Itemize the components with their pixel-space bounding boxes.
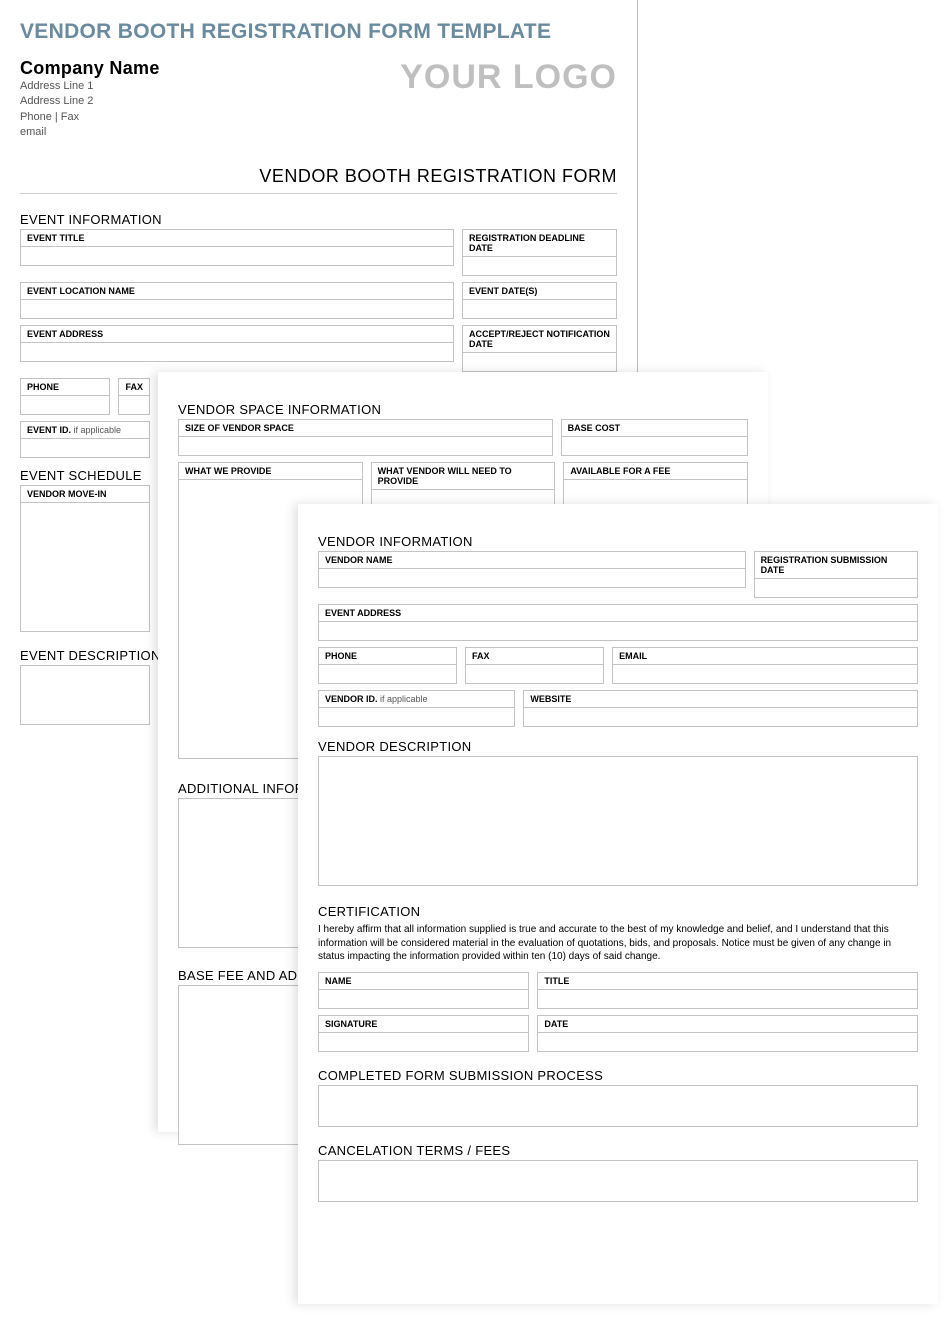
- accept-reject-input[interactable]: [462, 352, 617, 372]
- vendor-phone-label: PHONE: [318, 647, 457, 664]
- vendor-description-input[interactable]: [318, 756, 918, 886]
- what-we-provide-label: WHAT WE PROVIDE: [178, 462, 363, 479]
- avail-fee-label: AVAILABLE FOR A FEE: [563, 462, 748, 479]
- phone-fax: Phone | Fax: [20, 110, 617, 125]
- event-id-label: EVENT ID. if applicable: [20, 421, 150, 438]
- reg-deadline-input[interactable]: [462, 256, 617, 276]
- date-input[interactable]: [537, 1032, 918, 1052]
- phone-input[interactable]: [20, 395, 110, 415]
- size-space-label: SIZE OF VENDOR SPACE: [178, 419, 553, 436]
- reg-submission-input[interactable]: [754, 578, 918, 598]
- event-dates-input[interactable]: [462, 299, 617, 319]
- event-title-input[interactable]: [20, 246, 454, 266]
- reg-submission-label: REGISTRATION SUBMISSION DATE: [754, 551, 918, 578]
- reg-deadline-label: REGISTRATION DEADLINE DATE: [462, 229, 617, 256]
- signature-label: SIGNATURE: [318, 1015, 529, 1032]
- vendor-info-heading: VENDOR INFORMATION: [318, 534, 918, 549]
- vendor-movein-label: VENDOR MOVE-IN: [20, 485, 150, 502]
- event-info-heading: EVENT INFORMATION: [20, 212, 617, 227]
- form-title: VENDOR BOOTH REGISTRATION FORM: [20, 166, 617, 194]
- fax-input[interactable]: [118, 395, 150, 415]
- vendor-address-label: EVENT ADDRESS: [318, 604, 918, 621]
- certification-text: I hereby affirm that all information sup…: [318, 923, 918, 964]
- name-input[interactable]: [318, 989, 529, 1009]
- fax-label: FAX: [118, 378, 150, 395]
- base-cost-label: BASE COST: [561, 419, 748, 436]
- event-description-input[interactable]: [20, 665, 150, 725]
- event-location-label: EVENT LOCATION NAME: [20, 282, 454, 299]
- title-input[interactable]: [537, 989, 918, 1009]
- vendor-fax-input[interactable]: [465, 664, 604, 684]
- vendor-email-input[interactable]: [612, 664, 918, 684]
- size-space-input[interactable]: [178, 436, 553, 456]
- vendor-description-heading: VENDOR DESCRIPTION: [318, 739, 918, 754]
- vendor-address-input[interactable]: [318, 621, 918, 641]
- page-3: VENDOR INFORMATION VENDOR NAME REGISTRAT…: [298, 504, 938, 1304]
- event-title-label: EVENT TITLE: [20, 229, 454, 246]
- signature-input[interactable]: [318, 1032, 529, 1052]
- submission-process-input[interactable]: [318, 1085, 918, 1127]
- event-id-input[interactable]: [20, 438, 150, 458]
- vendor-name-label: VENDOR NAME: [318, 551, 746, 568]
- accept-reject-label: ACCEPT/REJECT NOTIFICATION DATE: [462, 325, 617, 352]
- vendor-provide-label: WHAT VENDOR WILL NEED TO PROVIDE: [371, 462, 556, 489]
- vendor-email-label: EMAIL: [612, 647, 918, 664]
- base-cost-input[interactable]: [561, 436, 748, 456]
- title-label: TITLE: [537, 972, 918, 989]
- header-block: Company Name Address Line 1 Address Line…: [20, 58, 617, 148]
- event-location-input[interactable]: [20, 299, 454, 319]
- vendor-movein-input[interactable]: [20, 502, 150, 632]
- certification-heading: CERTIFICATION: [318, 904, 918, 919]
- date-label: DATE: [537, 1015, 918, 1032]
- event-address-label: EVENT ADDRESS: [20, 325, 454, 342]
- vendor-space-heading: VENDOR SPACE INFORMATION: [178, 402, 748, 417]
- logo-placeholder: YOUR LOGO: [400, 58, 617, 97]
- vendor-name-input[interactable]: [318, 568, 746, 588]
- vendor-id-label: VENDOR ID. if applicable: [318, 690, 515, 707]
- cancel-terms-heading: CANCELATION TERMS / FEES: [318, 1143, 918, 1158]
- website-label: WEBSITE: [523, 690, 918, 707]
- phone-label: PHONE: [20, 378, 110, 395]
- vendor-phone-input[interactable]: [318, 664, 457, 684]
- cancel-terms-input[interactable]: [318, 1160, 918, 1202]
- submission-process-heading: COMPLETED FORM SUBMISSION PROCESS: [318, 1068, 918, 1083]
- event-address-input[interactable]: [20, 342, 454, 362]
- email: email: [20, 125, 617, 140]
- template-title: VENDOR BOOTH REGISTRATION FORM TEMPLATE: [20, 20, 617, 44]
- vendor-fax-label: FAX: [465, 647, 604, 664]
- vendor-id-input[interactable]: [318, 707, 515, 727]
- event-dates-label: EVENT DATE(S): [462, 282, 617, 299]
- website-input[interactable]: [523, 707, 918, 727]
- name-label: NAME: [318, 972, 529, 989]
